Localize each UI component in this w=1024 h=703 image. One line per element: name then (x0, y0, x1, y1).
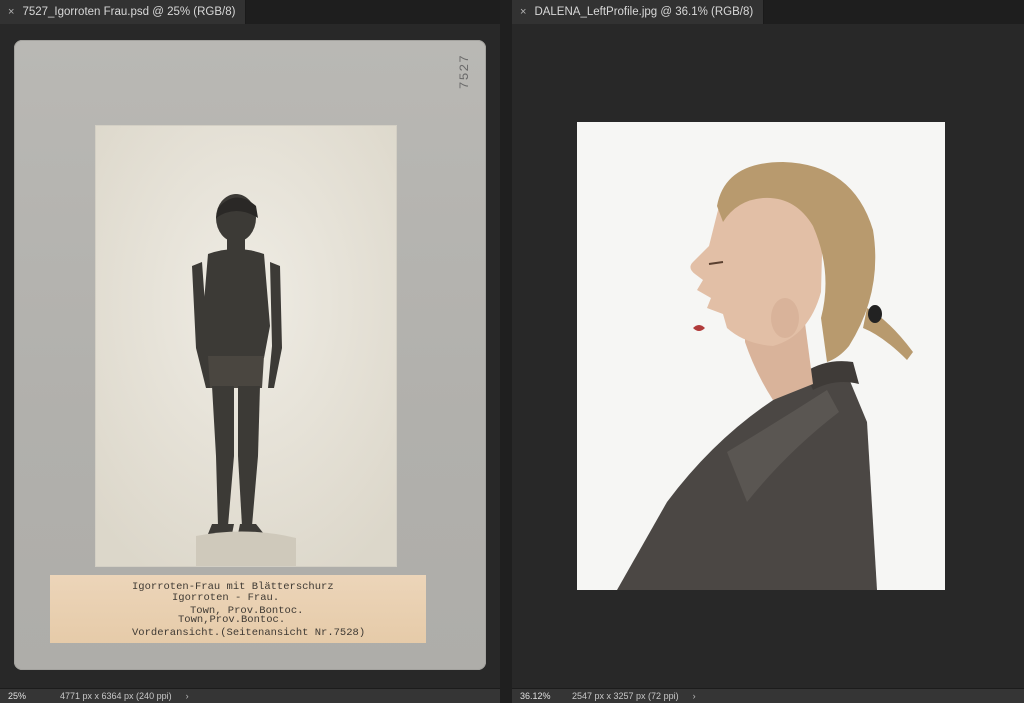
caption-line-5: Vorderansicht.(Seitenansicht Nr.7528) (132, 627, 366, 639)
close-icon[interactable]: × (520, 6, 526, 18)
zoom-level[interactable]: 25% (0, 691, 48, 701)
archival-photograph (96, 126, 396, 566)
typed-caption-label: Igorroten-Frau mit Blätterschurz Igorrot… (50, 575, 426, 643)
document-info: 2547 px x 3257 px (72 ppi) (572, 691, 679, 701)
archival-mount-image: 7527 Igorroten-Frau mit Blätterschurz Ig… (14, 40, 486, 670)
document-tab-right[interactable]: × DALENA_LeftProfile.jpg @ 36.1% (RGB/8) (512, 0, 765, 24)
mount-number: 7527 (457, 54, 472, 90)
close-icon[interactable]: × (8, 6, 14, 18)
canvas-area[interactable] (512, 24, 1024, 689)
document-window-right: × DALENA_LeftProfile.jpg @ 36.1% (RGB/8) (512, 0, 1024, 703)
window-splitter[interactable] (500, 0, 512, 703)
zoom-level[interactable]: 36.12% (512, 691, 560, 701)
chevron-right-icon[interactable]: › (172, 691, 189, 701)
tab-bar: × 7527_Igorroten Frau.psd @ 25% (RGB/8) (0, 0, 500, 24)
tab-bar: × DALENA_LeftProfile.jpg @ 36.1% (RGB/8) (512, 0, 1024, 24)
chevron-right-icon[interactable]: › (679, 691, 696, 701)
document-info: 4771 px x 6364 px (240 ppi) (60, 691, 172, 701)
status-bar: 25% 4771 px x 6364 px (240 ppi) › (0, 688, 500, 703)
caption-line-2: Igorroten - Frau. (172, 592, 280, 604)
tab-title: DALENA_LeftProfile.jpg @ 36.1% (RGB/8) (534, 6, 754, 18)
document-tab-left[interactable]: × 7527_Igorroten Frau.psd @ 25% (RGB/8) (0, 0, 247, 24)
tab-title: 7527_Igorroten Frau.psd @ 25% (RGB/8) (22, 6, 236, 18)
canvas-area[interactable]: 7527 Igorroten-Frau mit Blätterschurz Ig… (0, 24, 500, 689)
caption-line-4: Town,Prov.Bontoc. (178, 614, 286, 626)
document-window-left: × 7527_Igorroten Frau.psd @ 25% (RGB/8) … (0, 0, 500, 703)
profile-portrait-image (577, 122, 945, 590)
status-bar: 36.12% 2547 px x 3257 px (72 ppi) › (512, 688, 1024, 703)
